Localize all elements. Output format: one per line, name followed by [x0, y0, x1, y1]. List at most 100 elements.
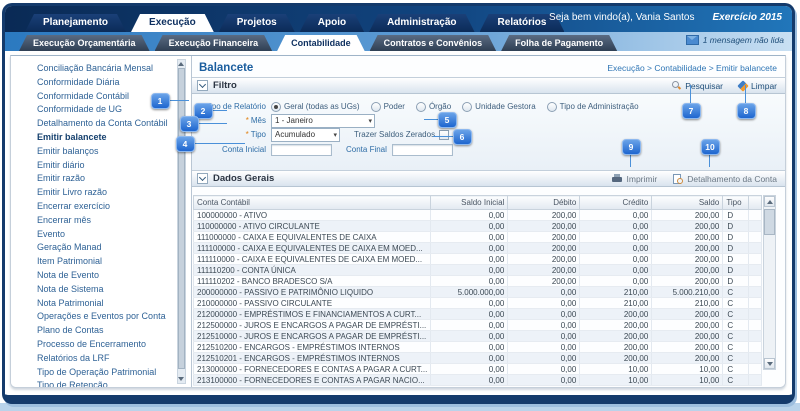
sidebar-item-emitir-balancete[interactable]: Emitir balancete: [37, 131, 177, 145]
radio-option-unidade-gestora[interactable]: Unidade Gestora: [462, 102, 535, 112]
table-row[interactable]: 212510200 - ENCARGOS - EMPRÉSTIMOS INTER…: [194, 342, 762, 353]
scroll-down-button[interactable]: [764, 358, 775, 369]
sidebar-item-encerrar-mes[interactable]: Encerrar mês: [37, 214, 177, 228]
radio-option-tipo-de-administracao[interactable]: Tipo de Administração: [547, 102, 639, 112]
sidebar-item-emitir-diario[interactable]: Emitir diário: [37, 159, 177, 173]
sidebar-item-tipo-de-retencao[interactable]: Tipo de Retenção: [37, 379, 177, 388]
subtab-contratos-e-convenios[interactable]: Contratos e Convênios: [370, 35, 497, 51]
radio-option-orgao[interactable]: Órgão: [416, 102, 451, 112]
sidebar-item-emitir-razao[interactable]: Emitir razão: [37, 172, 177, 186]
table-scrollbar[interactable]: [763, 195, 776, 370]
table-row[interactable]: 111110200 - CONTA ÚNICA0,00200,000,00200…: [194, 265, 762, 276]
sidebar-item-encerrar-exercicio[interactable]: Encerrar exercício: [37, 200, 177, 214]
sidebar-item-detalhamento-da-conta-contabil[interactable]: Detalhamento da Conta Contábil: [37, 117, 177, 131]
sidebar-item-item-patrimonial[interactable]: Item Patrimonial: [37, 255, 177, 269]
month-select-value: 1 - Janeiro: [275, 116, 313, 125]
sidebar-item-processo-de-encerramento[interactable]: Processo de Encerramento: [37, 338, 177, 352]
cell: 0,00: [431, 265, 508, 276]
table-row[interactable]: 111100000 - CAIXA E EQUIVALENTES DE CAIX…: [194, 243, 762, 254]
table-row[interactable]: 213100000 - FORNECEDORES E CONTAS A PAGA…: [194, 375, 762, 386]
type-select[interactable]: Acumulado ▾: [271, 128, 340, 142]
table-row[interactable]: 110000000 - ATIVO CIRCULANTE0,00200,000,…: [194, 221, 762, 232]
cell: C: [723, 298, 749, 309]
cell: 0,00: [508, 320, 580, 331]
top-menu-tab-apoio[interactable]: Apoio: [300, 14, 364, 32]
sidebar-item-conciliacao-bancaria-mensal[interactable]: Conciliação Bancária Mensal: [37, 62, 177, 76]
radio-option-geral-todas-as-ugs[interactable]: Geral (todas as UGs): [271, 102, 360, 112]
search-button[interactable]: Pesquisar: [672, 81, 723, 91]
scroll-up-arrow-icon[interactable]: [178, 62, 184, 66]
month-select[interactable]: 1 - Janeiro ▾: [271, 114, 375, 128]
sidebar-item-conformidade-diaria[interactable]: Conformidade Diária: [37, 76, 177, 90]
sidebar-item-operacoes-e-eventos-por-conta[interactable]: Operações e Eventos por Conta: [37, 310, 177, 324]
top-menu-tab-planejamento[interactable]: Planejamento: [25, 14, 126, 32]
sidebar-item-tipo-de-operacao-patrimonial[interactable]: Tipo de Operação Patrimonial: [37, 366, 177, 380]
cell: 200,00: [652, 353, 723, 364]
cell: 0,00: [431, 276, 508, 287]
zero-balances-checkbox[interactable]: [439, 130, 449, 140]
top-menu-tab-projetos[interactable]: Projetos: [219, 14, 295, 32]
cell-filler: [749, 265, 762, 276]
sidebar-scrollbar[interactable]: [177, 59, 186, 384]
account-end-label: Conta Final: [346, 145, 387, 154]
subtab-execucao-financeira[interactable]: Execução Financeira: [155, 35, 273, 51]
table-row[interactable]: 212500000 - JUROS E ENCARGOS A PAGAR DE …: [194, 320, 762, 331]
sidebar-item-evento[interactable]: Evento: [37, 228, 177, 242]
table-row[interactable]: 111000000 - CAIXA E EQUIVALENTES DE CAIX…: [194, 232, 762, 243]
unread-message-link[interactable]: 1 mensagem não lida: [686, 35, 784, 45]
cell-filler: [749, 298, 762, 309]
table-row[interactable]: 213000000 - FORNECEDORES E CONTAS A PAGA…: [194, 364, 762, 375]
table-row[interactable]: 111110202 - BANCO BRADESCO S/A0,00200,00…: [194, 276, 762, 287]
cell: 213000000 - FORNECEDORES E CONTAS A PAGA…: [194, 364, 431, 375]
sidebar-item-nota-patrimonial[interactable]: Nota Patrimonial: [37, 297, 177, 311]
scroll-down-arrow-icon[interactable]: [178, 377, 184, 381]
top-menu-tab-execucao[interactable]: Execução: [131, 14, 214, 32]
sidebar-scrollbar-thumb[interactable]: [178, 68, 185, 369]
cell: 5.000.210,00: [652, 287, 723, 298]
cell: 210,00: [580, 287, 652, 298]
table-row[interactable]: 100000000 - ATIVO0,00200,000,00200,00D: [194, 210, 762, 221]
subtab-execucao-orcamentaria[interactable]: Execução Orçamentária: [19, 35, 150, 51]
sidebar-item-plano-de-contas[interactable]: Plano de Contas: [37, 324, 177, 338]
table-row[interactable]: 212000000 - EMPRÉSTIMOS E FINANCIAMENTOS…: [194, 309, 762, 320]
callout-line-8: [745, 85, 746, 103]
sidebar-item-nota-de-sistema[interactable]: Nota de Sistema: [37, 283, 177, 297]
sidebar-item-nota-de-evento[interactable]: Nota de Evento: [37, 269, 177, 283]
cell: 200,00: [508, 221, 580, 232]
top-menu-tabs: Planejamento Execução Projetos Apoio Adminis…: [25, 14, 564, 32]
radio-option-poder[interactable]: Poder: [371, 102, 405, 112]
top-menu-tab-administracao[interactable]: Administração: [369, 14, 474, 32]
scroll-up-button[interactable]: [764, 196, 775, 207]
chevron-down-icon: [199, 174, 206, 181]
subtab-folha-de-pagamento[interactable]: Folha de Pagamento: [501, 35, 617, 51]
breadcrumb: Execução > Contabilidade > Emitir balanc…: [607, 63, 777, 73]
cell-filler: [749, 276, 762, 287]
table-scrollbar-thumb[interactable]: [764, 209, 775, 235]
table-row[interactable]: 212510000 - JUROS E ENCARGOS A PAGAR DE …: [194, 331, 762, 342]
radio-icon: [462, 102, 472, 112]
table-row[interactable]: 210000000 - PASSIVO CIRCULANTE0,000,0021…: [194, 298, 762, 309]
cell: 10,00: [580, 364, 652, 375]
cell-filler: [749, 342, 762, 353]
filter-collapse-button[interactable]: [197, 80, 208, 91]
type-label: *Tipo: [192, 130, 266, 139]
table-row[interactable]: 212510201 - ENCARGOS - EMPRÉSTIMOS INTER…: [194, 353, 762, 364]
cell: 200,00: [652, 342, 723, 353]
clear-icon: [737, 80, 748, 91]
cell: 200000000 - PASSIVO E PATRIMÔNIO LIQUIDO: [194, 287, 431, 298]
account-detail-button[interactable]: Detalhamento da Conta: [673, 174, 777, 184]
sidebar-item-geracao-manad[interactable]: Geração Manad: [37, 241, 177, 255]
sidebar-item-emitir-livro-razao[interactable]: Emitir Livro razão: [37, 186, 177, 200]
table-row[interactable]: 111110000 - CAIXA E EQUIVALENTES DE CAIX…: [194, 254, 762, 265]
account-start-label: Conta Inicial: [192, 145, 266, 154]
cell-filler: [749, 353, 762, 364]
sidebar-item-relatorios-da-lrf[interactable]: Relatórios da LRF: [37, 352, 177, 366]
callout-badge-3: 3: [180, 116, 199, 132]
print-button[interactable]: Imprimir: [612, 174, 658, 184]
table-row[interactable]: 200000000 - PASSIVO E PATRIMÔNIO LIQUIDO…: [194, 287, 762, 298]
subtab-contabilidade[interactable]: Contabilidade: [277, 35, 365, 51]
sidebar-item-emitir-balancos[interactable]: Emitir balanços: [37, 145, 177, 159]
data-collapse-button[interactable]: [197, 173, 208, 184]
account-start-input[interactable]: [271, 144, 332, 156]
account-end-input[interactable]: [392, 144, 453, 156]
